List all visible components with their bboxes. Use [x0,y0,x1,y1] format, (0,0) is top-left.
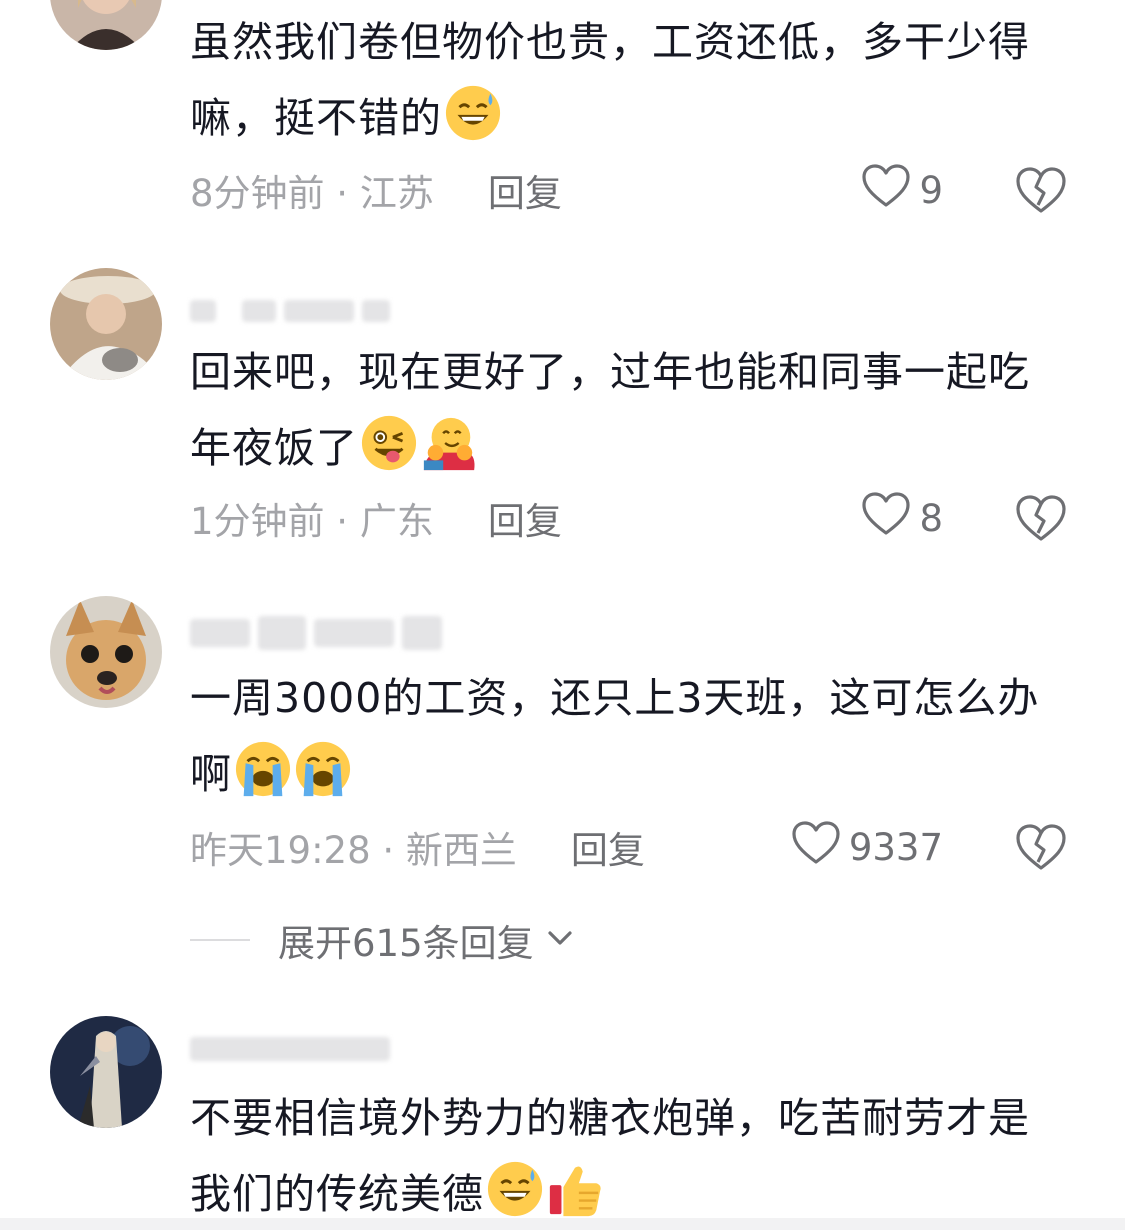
like-button[interactable]: 8 [861,491,943,546]
blur-block [402,616,442,650]
loudly-crying-emoji [294,740,352,798]
dislike-button[interactable] [1014,822,1068,872]
expand-replies-label: 展开615条回复 [278,922,534,965]
blur-block [314,619,394,647]
expand-replies-button[interactable]: 展开615条回复 [190,915,578,965]
chevron-down-icon [534,920,578,960]
dislike-button[interactable] [1014,493,1068,543]
broken-heart-icon [1014,824,1068,876]
thumbs-up-emoji [546,1160,604,1218]
heart-outline-icon [861,163,911,218]
like-button[interactable]: 9 [861,163,943,218]
like-button[interactable]: 9337 [791,820,943,875]
like-count: 9337 [848,825,943,869]
username-redacted[interactable] [190,1034,390,1064]
username-redacted[interactable] [190,616,442,650]
comment-meta: 昨天19:28 · 新西兰 回复 [190,822,645,872]
comment-text: 虽然我们卷但物价也贵，工资还低，多干少得嘛，挺不错的 [190,18,1030,142]
comment-meta: 1分钟前 · 广东 回复 [190,493,562,543]
comment-text: 不要相信境外势力的糖衣炮弹，吃苦耐劳才是我们的传统美德 [190,1094,1030,1218]
heart-outline-icon [791,820,841,875]
bottom-divider [0,1218,1125,1230]
hug-emoji [420,414,478,472]
comment-meta: 8分钟前 · 江苏 回复 [190,165,562,215]
loudly-crying-emoji [234,740,292,798]
dislike-button[interactable] [1014,165,1068,215]
divider-line [190,939,250,941]
comment-time-location: 昨天19:28 · 新西兰 [190,829,517,872]
blur-block [190,1037,390,1061]
wink-tongue-emoji [360,414,418,472]
reply-button[interactable]: 回复 [571,820,645,874]
grin-sweat-emoji [444,84,502,142]
heart-outline-icon [861,491,911,546]
comment-text: 一周3000的工资，还只上3天班，这可怎么办啊 [190,674,1040,798]
comment-list: 虽然我们卷但物价也贵，工资还低，多干少得嘛，挺不错的 8分钟前 · 江苏 回复 … [0,0,1125,1230]
avatar[interactable] [50,1016,162,1128]
blur-block [242,300,276,322]
like-count: 8 [919,496,943,540]
comment-time-location: 8分钟前 · 江苏 [190,172,434,215]
blur-block [284,300,354,322]
comment-time-location: 1分钟前 · 广东 [190,500,434,543]
broken-heart-icon [1014,495,1068,547]
avatar[interactable] [50,0,162,50]
blur-block [258,616,306,650]
avatar[interactable] [50,268,162,380]
comment-text: 回来吧，现在更好了，过年也能和同事一起吃年夜饭了 [190,348,1030,472]
reply-button[interactable]: 回复 [488,163,562,217]
blur-block [190,300,216,322]
grin-sweat-emoji [486,1160,544,1218]
blur-block [190,619,250,647]
reply-button[interactable]: 回复 [488,491,562,545]
blur-block [362,300,390,322]
username-redacted[interactable] [190,296,390,326]
broken-heart-icon [1014,167,1068,219]
like-count: 9 [919,168,943,212]
avatar[interactable] [50,596,162,708]
